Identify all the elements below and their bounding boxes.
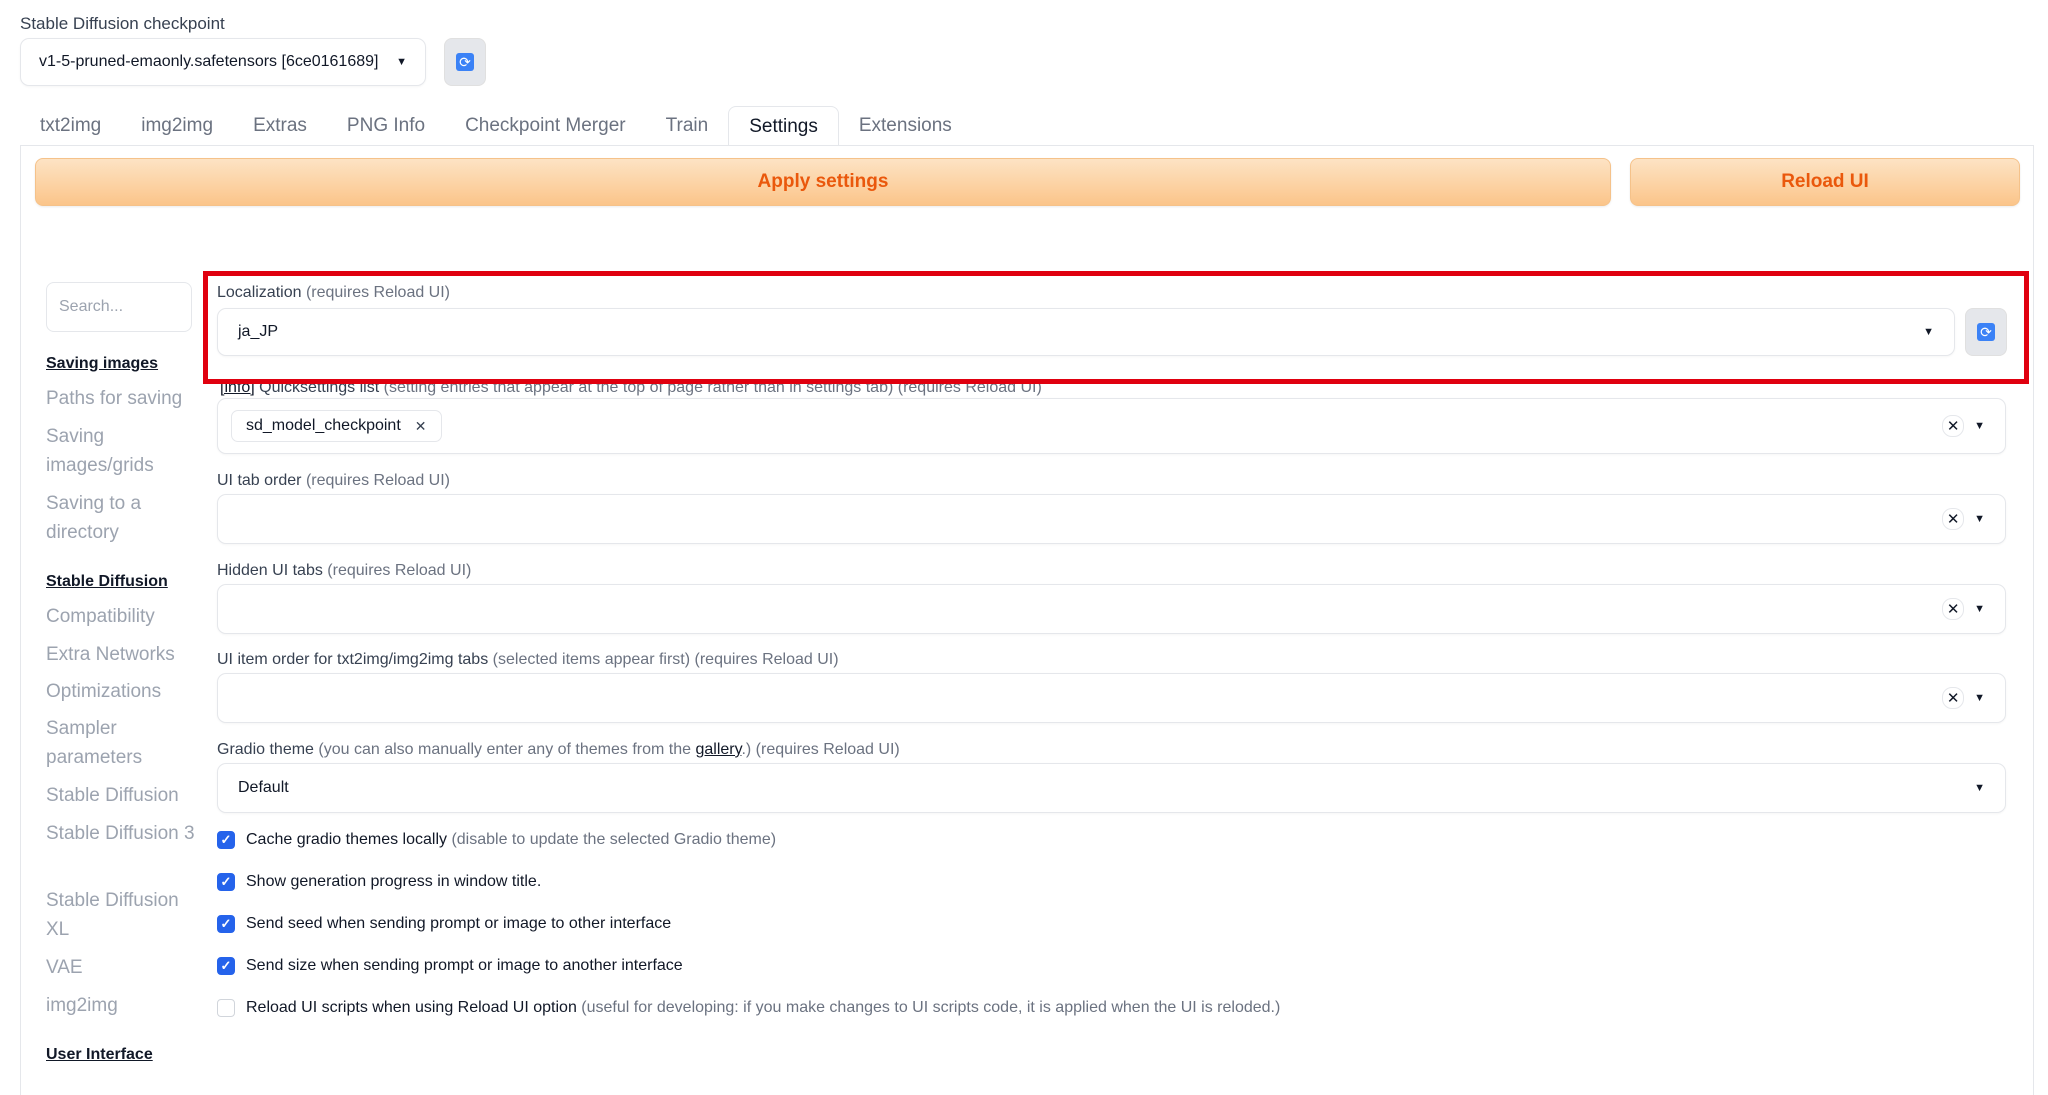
- clear-icon[interactable]: ✕: [1942, 508, 1965, 530]
- settings-search-input[interactable]: [46, 282, 192, 332]
- checkpoint-refresh-button[interactable]: ⟳: [444, 38, 486, 86]
- sidebar-item-sampler-parameters[interactable]: Sampler parameters: [46, 714, 196, 772]
- sidebar-item-stable-diffusion-3[interactable]: Stable Diffusion 3: [46, 819, 196, 848]
- sidebar-section-saving-images[interactable]: Saving images: [46, 349, 196, 378]
- quicksettings-multiselect[interactable]: sd_model_checkpoint ✕ ✕ ▼: [217, 398, 2006, 454]
- tab-txt2img[interactable]: txt2img: [20, 106, 121, 146]
- localization-highlight-box: [203, 271, 2029, 384]
- sidebar-item-img2img[interactable]: img2img: [46, 991, 196, 1020]
- caret-down-icon: ▼: [1974, 603, 1985, 615]
- hidden-tabs-label: Hidden UI tabs (requires Reload UI): [217, 562, 472, 579]
- refresh-icon: ⟳: [456, 53, 474, 71]
- checkmark-icon[interactable]: ✓: [217, 915, 235, 933]
- sidebar-item-paths-for-saving[interactable]: Paths for saving: [46, 384, 196, 413]
- sidebar-section-user-interface[interactable]: User Interface: [46, 1040, 196, 1069]
- caret-down-icon: ▼: [1974, 782, 1985, 794]
- checkmark-icon[interactable]: ✓: [217, 957, 235, 975]
- gradio-theme-label: Gradio theme (you can also manually ente…: [217, 741, 900, 758]
- send-seed-checkbox-row[interactable]: ✓ Send seed when sending prompt or image…: [217, 915, 671, 933]
- reload-ui-button[interactable]: Reload UI: [1630, 158, 2020, 206]
- send-size-checkbox-row[interactable]: ✓ Send size when sending prompt or image…: [217, 957, 683, 975]
- sidebar-section-stable-diffusion[interactable]: Stable Diffusion: [46, 567, 196, 596]
- chip-remove-icon[interactable]: ✕: [415, 418, 427, 435]
- tab-img2img[interactable]: img2img: [121, 106, 233, 146]
- checkmark-icon[interactable]: ✓: [217, 831, 235, 849]
- caret-down-icon: ▼: [1974, 692, 1985, 704]
- caret-down-icon: ▼: [1974, 420, 1985, 432]
- checkpoint-value: v1-5-pruned-emaonly.safetensors [6ce0161…: [39, 53, 379, 70]
- checkpoint-label: Stable Diffusion checkpoint: [20, 14, 225, 33]
- hidden-tabs-multiselect[interactable]: ✕ ▼: [217, 584, 2006, 634]
- tab-settings[interactable]: Settings: [728, 106, 839, 146]
- reload-ui-scripts-checkbox-row[interactable]: Reload UI scripts when using Reload UI o…: [217, 999, 1280, 1017]
- main-tabs: txt2img img2img Extras PNG Info Checkpoi…: [20, 106, 972, 146]
- tab-checkpoint-merger[interactable]: Checkpoint Merger: [445, 106, 646, 146]
- gradio-theme-select[interactable]: Default ▼: [217, 763, 2006, 813]
- checkmark-icon[interactable]: ✓: [217, 873, 235, 891]
- item-order-multiselect[interactable]: ✕ ▼: [217, 673, 2006, 723]
- clear-icon[interactable]: ✕: [1942, 687, 1965, 709]
- cache-gradio-themes-checkbox-row[interactable]: ✓ Cache gradio themes locally (disable t…: [217, 831, 776, 849]
- gradio-theme-value: Default: [238, 779, 289, 796]
- clear-icon[interactable]: ✕: [1942, 598, 1965, 620]
- tab-order-multiselect[interactable]: ✕ ▼: [217, 494, 2006, 544]
- sidebar-item-compatibility[interactable]: Compatibility: [46, 602, 196, 631]
- apply-settings-button[interactable]: Apply settings: [35, 158, 1611, 206]
- sidebar-item-vae[interactable]: VAE: [46, 953, 196, 982]
- clear-icon[interactable]: ✕: [1942, 415, 1965, 437]
- sidebar-item-optimizations[interactable]: Optimizations: [46, 677, 196, 706]
- item-order-label: UI item order for txt2img/img2img tabs (…: [217, 651, 839, 668]
- tab-extensions[interactable]: Extensions: [839, 106, 972, 146]
- gallery-link[interactable]: gallery: [695, 741, 741, 758]
- tab-png-info[interactable]: PNG Info: [327, 106, 445, 146]
- tab-extras[interactable]: Extras: [233, 106, 327, 146]
- caret-down-icon: ▼: [1974, 513, 1985, 525]
- checkbox-empty[interactable]: [217, 999, 235, 1017]
- sidebar-item-stable-diffusion-xl[interactable]: Stable Diffusion XL: [46, 886, 196, 944]
- caret-down-icon: ▼: [396, 56, 407, 68]
- sidebar-item-stable-diffusion[interactable]: Stable Diffusion: [46, 781, 196, 810]
- tab-train[interactable]: Train: [646, 106, 729, 146]
- tab-order-label: UI tab order (requires Reload UI): [217, 472, 450, 489]
- quicksettings-chip: sd_model_checkpoint ✕: [231, 410, 442, 442]
- show-progress-title-checkbox-row[interactable]: ✓ Show generation progress in window tit…: [217, 873, 541, 891]
- checkpoint-select[interactable]: v1-5-pruned-emaonly.safetensors [6ce0161…: [20, 38, 426, 86]
- sidebar-item-saving-images-grids[interactable]: Saving images/grids: [46, 422, 196, 480]
- sidebar-item-saving-to-directory[interactable]: Saving to a directory: [46, 489, 196, 547]
- sidebar-item-extra-networks[interactable]: Extra Networks: [46, 640, 196, 669]
